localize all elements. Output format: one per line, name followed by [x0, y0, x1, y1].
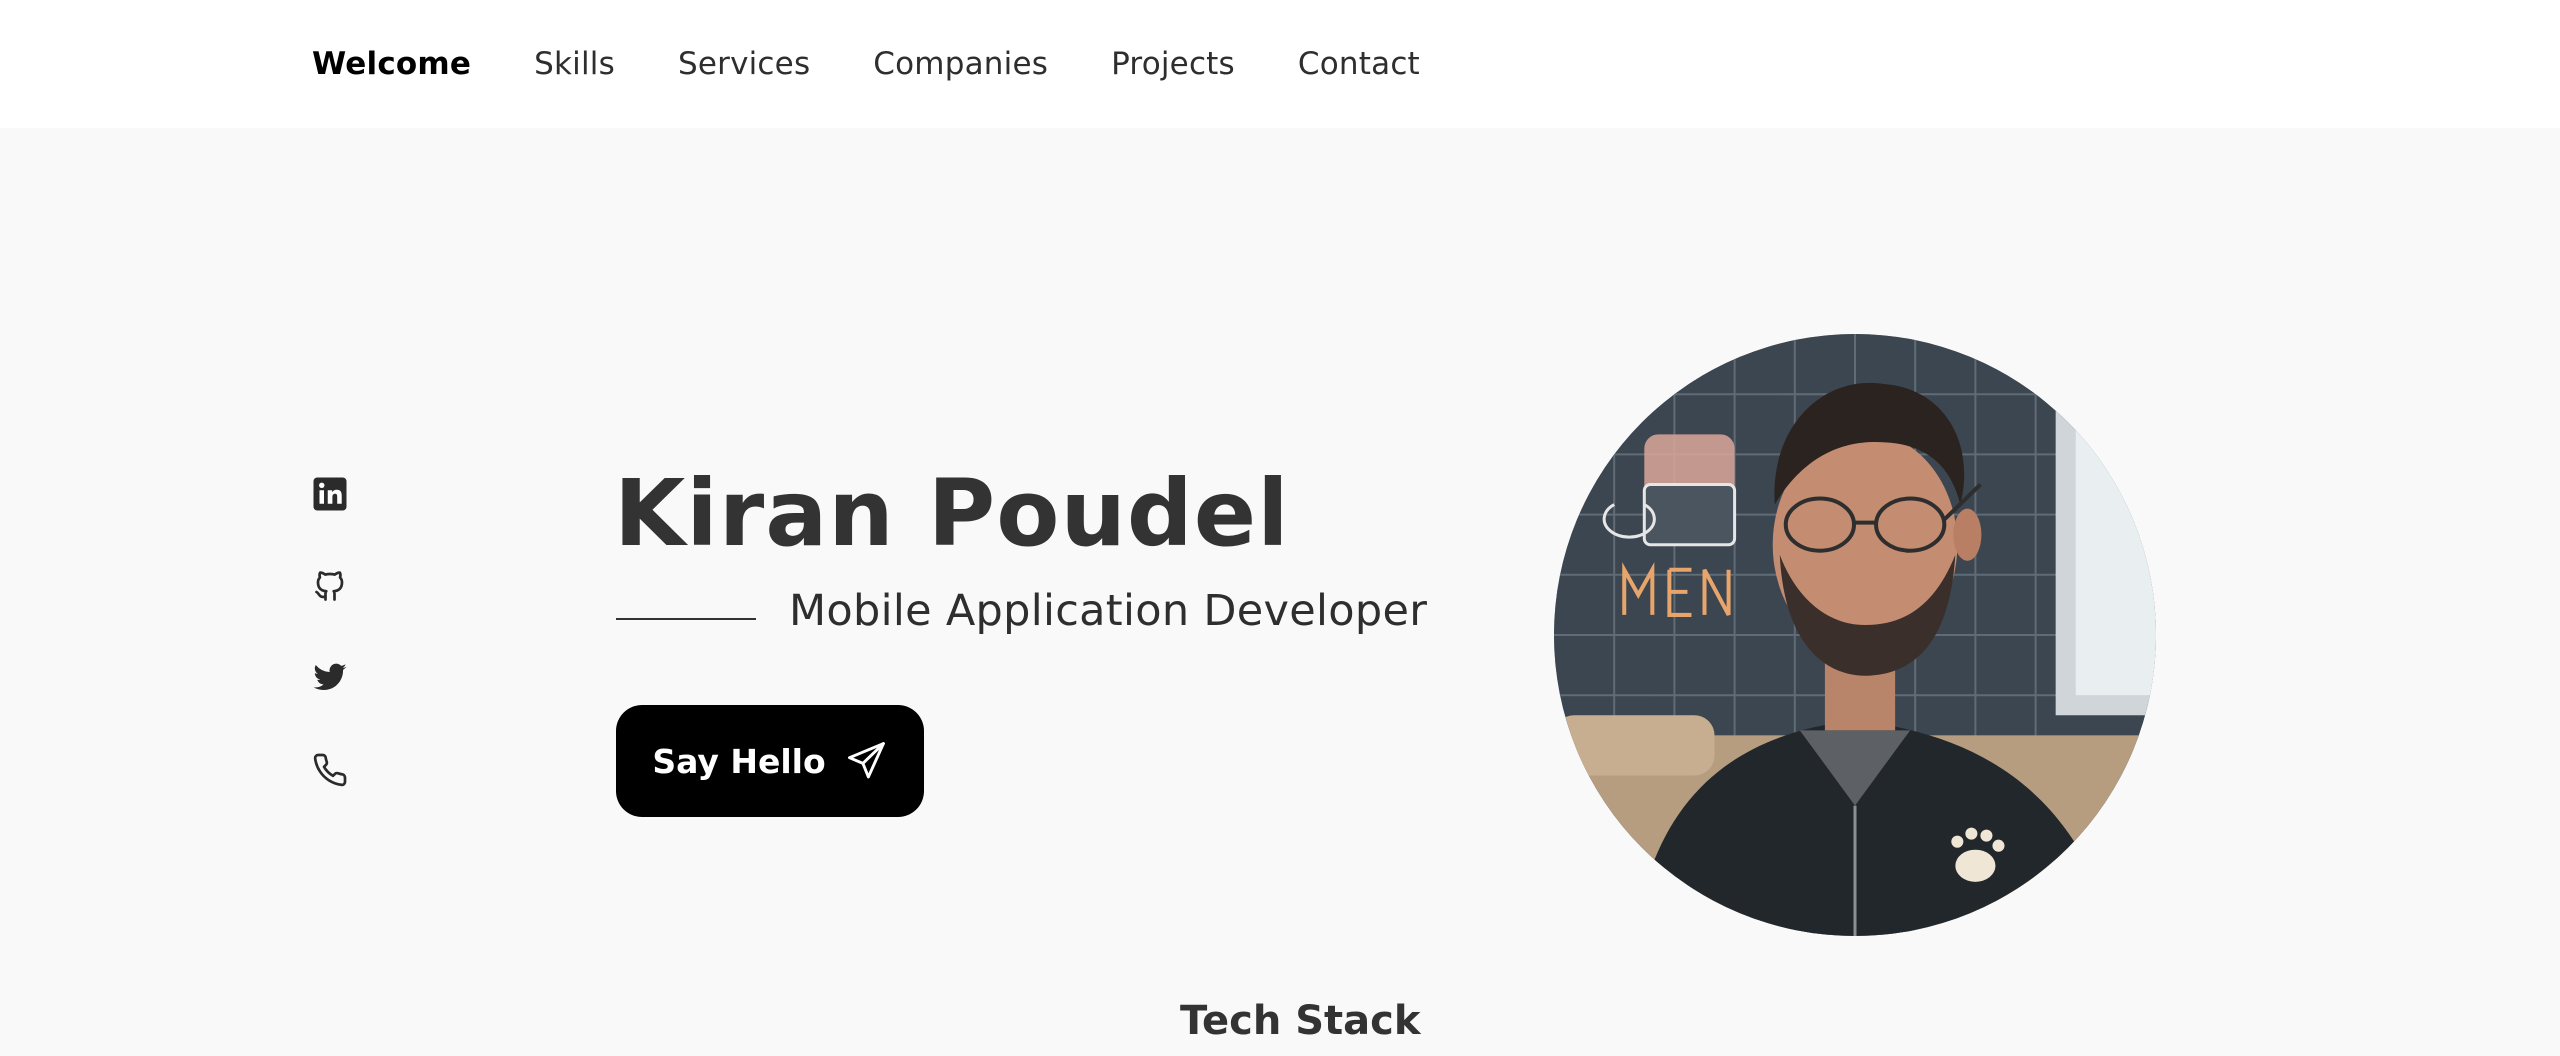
hero-name: Kiran Poudel — [614, 460, 1290, 567]
nav-link-skills[interactable]: Skills — [534, 46, 615, 82]
twitter-icon[interactable] — [312, 660, 352, 696]
nav-link-contact[interactable]: Contact — [1298, 46, 1420, 82]
social-links — [312, 476, 352, 788]
nav-link-companies[interactable]: Companies — [873, 46, 1048, 82]
nav-link-services[interactable]: Services — [678, 46, 810, 82]
nav-link-welcome[interactable]: Welcome — [312, 46, 471, 82]
say-hello-button[interactable]: Say Hello — [616, 705, 924, 817]
role-divider — [616, 618, 756, 620]
github-icon[interactable] — [312, 568, 352, 604]
tech-stack-title: Tech Stack — [1180, 998, 1421, 1044]
profile-photo — [1554, 334, 2156, 936]
hero-role: Mobile Application Developer — [789, 586, 1428, 636]
send-icon — [844, 739, 888, 783]
nav-list: Welcome Skills Services Companies Projec… — [312, 0, 1420, 128]
nav-link-projects[interactable]: Projects — [1111, 46, 1235, 82]
phone-icon[interactable] — [312, 752, 352, 788]
navbar: Welcome Skills Services Companies Projec… — [0, 0, 2560, 128]
say-hello-label: Say Hello — [652, 741, 826, 781]
linkedin-icon[interactable] — [312, 476, 352, 512]
